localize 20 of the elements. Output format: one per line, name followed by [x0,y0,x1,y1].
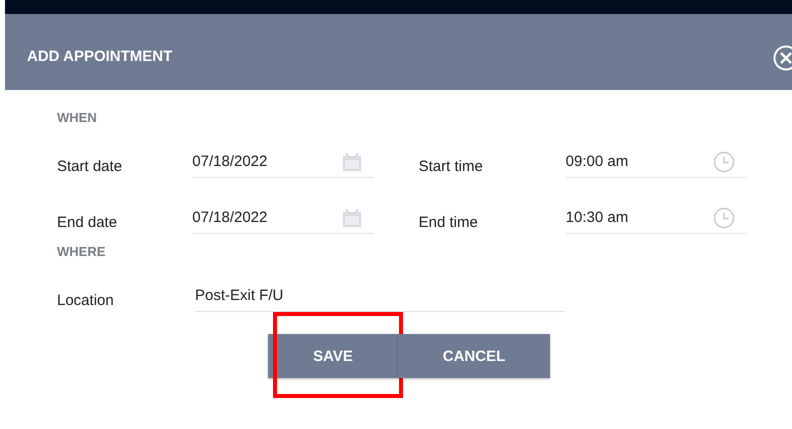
section-heading: WHERE [57,244,106,261]
field-label: Start time [418,157,484,175]
field-label: Location [57,291,115,309]
time-field[interactable]: 10:30 am [566,202,747,234]
cancel-button[interactable]: CANCEL [398,334,550,378]
time-field[interactable]: 09:00 am [566,146,747,178]
date-field[interactable]: 07/18/2022 [192,202,374,234]
clock-icon[interactable] [713,206,735,228]
field-label: Start date [57,157,124,175]
calendar-icon[interactable] [342,152,362,172]
date-field[interactable]: 07/18/2022 [192,146,374,178]
section-heading: WHEN [57,110,98,127]
close-icon[interactable] [773,45,792,71]
save-button[interactable]: SAVE [268,334,398,378]
field-label: End time [418,213,479,231]
text-field[interactable]: Post-Exit F/U [195,280,565,312]
field-label: End date [57,213,118,231]
calendar-icon[interactable] [342,208,362,228]
dialog-title: ADD APPOINTMENT [27,46,172,64]
clock-icon[interactable] [713,150,735,172]
